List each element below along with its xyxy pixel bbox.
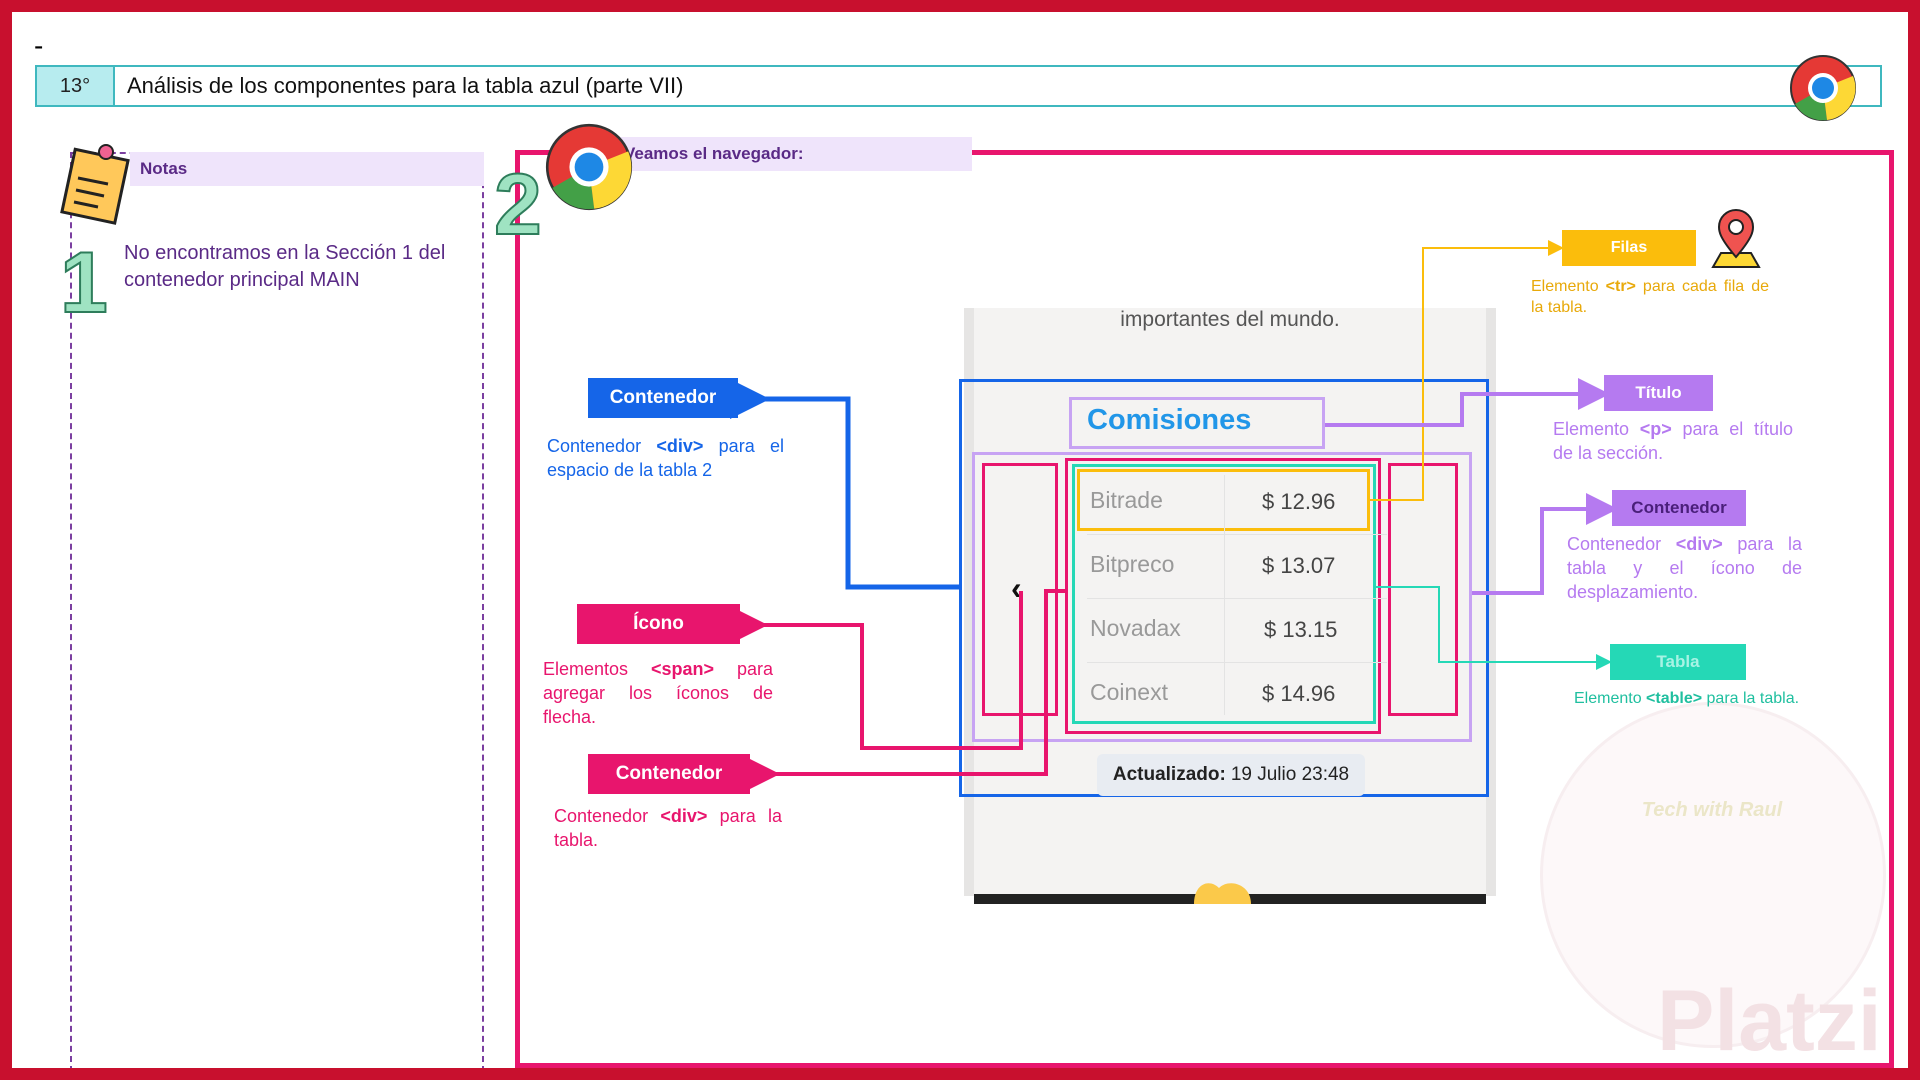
icono-label: Ícono [577, 604, 740, 644]
filas-description: Elemento <tr> para cada fila de la tabla… [1531, 278, 1770, 316]
tabla-label: Tabla [1610, 644, 1746, 680]
filas-label: Filas [1562, 230, 1696, 266]
tabla-description: Elemento <table> para la tabla. [1574, 690, 1800, 707]
contenedor-scroll-label: Contenedor [1612, 490, 1746, 526]
icono-description: Elementos <span> para agregar los íconos… [543, 659, 773, 727]
slide: - 13° Análisis de los componentes para l… [12, 12, 1908, 1068]
contenedor-tabla-description: Contenedor <div> para la tabla. [554, 806, 782, 850]
contenedor-main-description: Contenedor <div> para el espacio de la t… [547, 436, 784, 480]
contenedor-main-label: Contenedor [588, 378, 738, 418]
contenedor-tabla-label: Contenedor [588, 754, 750, 794]
map-pin-icon [1711, 209, 1761, 268]
contenedor-scroll-description: Contenedor <div> para la tabla y el ícon… [1567, 534, 1802, 602]
titulo-description: Elemento <p> para el título de la secció… [1553, 419, 1794, 463]
titulo-label: Título [1604, 375, 1713, 411]
